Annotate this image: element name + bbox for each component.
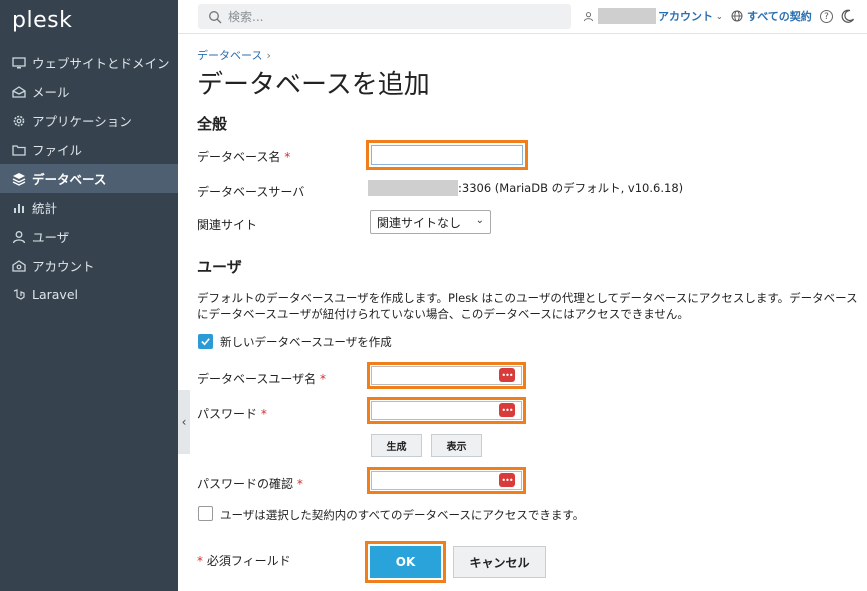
- sidebar-item-users[interactable]: ユーザ: [0, 222, 178, 251]
- breadcrumb-link-databases[interactable]: データベース: [197, 49, 262, 62]
- search-box[interactable]: [198, 4, 571, 29]
- top-header: アカウント ⌄ すべての契約 ?: [178, 0, 867, 34]
- sidebar-item-statistics[interactable]: 統計: [0, 193, 178, 222]
- sidebar-item-label: ファイル: [32, 143, 83, 158]
- sidebar-item-mail[interactable]: メール: [0, 77, 178, 106]
- chevron-left-icon: ‹: [181, 415, 187, 429]
- related-site-label: 関連サイト: [197, 218, 258, 232]
- db-user-field-highlight: •••: [367, 362, 526, 389]
- breadcrumb-separator: ›: [266, 49, 271, 62]
- chevron-down-icon: ⌄: [716, 11, 723, 21]
- ok-button[interactable]: OK: [370, 546, 441, 578]
- chevron-down-icon: ⌄: [475, 215, 484, 226]
- create-user-checkbox[interactable]: [198, 334, 213, 349]
- globe-icon: [731, 10, 743, 22]
- generate-password-button[interactable]: 生成: [371, 434, 422, 457]
- layers-icon: [12, 172, 26, 186]
- db-name-field-highlight: [366, 140, 528, 170]
- sidebar-item-databases[interactable]: データベース: [0, 164, 178, 193]
- help-icon[interactable]: ?: [820, 10, 833, 23]
- sidebar-item-label: ユーザ: [32, 230, 70, 245]
- sidebar-item-websites[interactable]: ウェブサイトとドメイン: [0, 48, 178, 77]
- db-name-label: データベース名 *: [197, 150, 291, 164]
- general-section-heading: 全般: [197, 115, 228, 133]
- db-user-label: データベースユーザ名 *: [197, 372, 326, 386]
- breadcrumb: データベース ›: [197, 47, 271, 63]
- password-manager-icon[interactable]: •••: [499, 473, 515, 487]
- related-site-select[interactable]: 関連サイトなし ⌄: [370, 210, 491, 234]
- sidebar-item-label: アプリケーション: [32, 114, 132, 129]
- redacted-server-host: [368, 180, 458, 196]
- sidebar-collapse-toggle[interactable]: ‹: [178, 390, 190, 454]
- confirm-password-label: パスワードの確認 *: [197, 477, 303, 491]
- create-user-label: 新しいデータベースユーザを作成: [220, 335, 392, 349]
- required-fields-note: * 必須フィールド: [197, 554, 291, 568]
- show-password-button[interactable]: 表示: [431, 434, 482, 457]
- account-icon: [12, 259, 26, 273]
- db-name-input[interactable]: [371, 145, 523, 165]
- bar-chart-icon: [12, 201, 26, 215]
- plesk-logo[interactable]: plesk: [12, 8, 72, 33]
- db-server-value: :3306 (MariaDB のデフォルト, v10.6.18): [368, 180, 683, 196]
- confirm-password-field-highlight: •••: [367, 467, 526, 494]
- checkmark-icon: [201, 338, 210, 346]
- password-manager-icon[interactable]: •••: [499, 368, 515, 382]
- user-icon: [583, 11, 594, 21]
- password-manager-icon[interactable]: •••: [499, 403, 515, 417]
- contracts-label: すべての契約: [747, 10, 812, 23]
- dark-mode-icon[interactable]: [841, 9, 855, 23]
- user-section-heading: ユーザ: [197, 258, 242, 276]
- cancel-button[interactable]: キャンセル: [453, 546, 546, 578]
- mail-icon: [12, 85, 26, 99]
- sidebar-item-label: アカウント: [32, 259, 95, 274]
- all-db-access-checkbox[interactable]: [198, 506, 213, 521]
- page-title: データベースを追加: [197, 70, 430, 100]
- laravel-icon: [12, 288, 26, 302]
- all-db-access-label: ユーザは選択した契約内のすべてのデータベースにアクセスできます。: [220, 508, 585, 522]
- ok-button-highlight: OK: [365, 541, 446, 583]
- gear-icon: [12, 114, 26, 128]
- sidebar: plesk ウェブサイトとドメイン メール アプリケーション ファイル データベ…: [0, 0, 178, 591]
- sidebar-item-applications[interactable]: アプリケーション: [0, 106, 178, 135]
- contracts-menu[interactable]: すべての契約: [731, 6, 812, 26]
- redacted-username: [598, 8, 656, 24]
- db-server-label: データベースサーバ: [197, 185, 305, 199]
- account-label: アカウント: [658, 10, 713, 23]
- monitor-icon: [12, 56, 26, 70]
- sidebar-item-account[interactable]: アカウント: [0, 251, 178, 280]
- search-icon: [209, 10, 222, 23]
- folder-icon: [12, 143, 26, 157]
- sidebar-item-label: メール: [32, 85, 70, 100]
- sidebar-nav: ウェブサイトとドメイン メール アプリケーション ファイル データベース 統計 …: [0, 48, 178, 309]
- password-field-highlight: •••: [367, 397, 526, 424]
- sidebar-item-label: 統計: [32, 201, 58, 216]
- sidebar-item-files[interactable]: ファイル: [0, 135, 178, 164]
- user-description: デフォルトのデータベースユーザを作成します。Plesk はこのユーザの代理として…: [197, 291, 858, 321]
- user-icon: [12, 230, 26, 244]
- password-label: パスワード *: [197, 407, 267, 421]
- sidebar-item-label: データベース: [32, 172, 107, 187]
- sidebar-item-label: ウェブサイトとドメイン: [32, 56, 170, 71]
- account-menu[interactable]: アカウント ⌄: [583, 6, 723, 26]
- sidebar-item-laravel[interactable]: Laravel: [0, 280, 178, 309]
- search-input[interactable]: [228, 9, 558, 24]
- sidebar-item-label: Laravel: [32, 287, 78, 302]
